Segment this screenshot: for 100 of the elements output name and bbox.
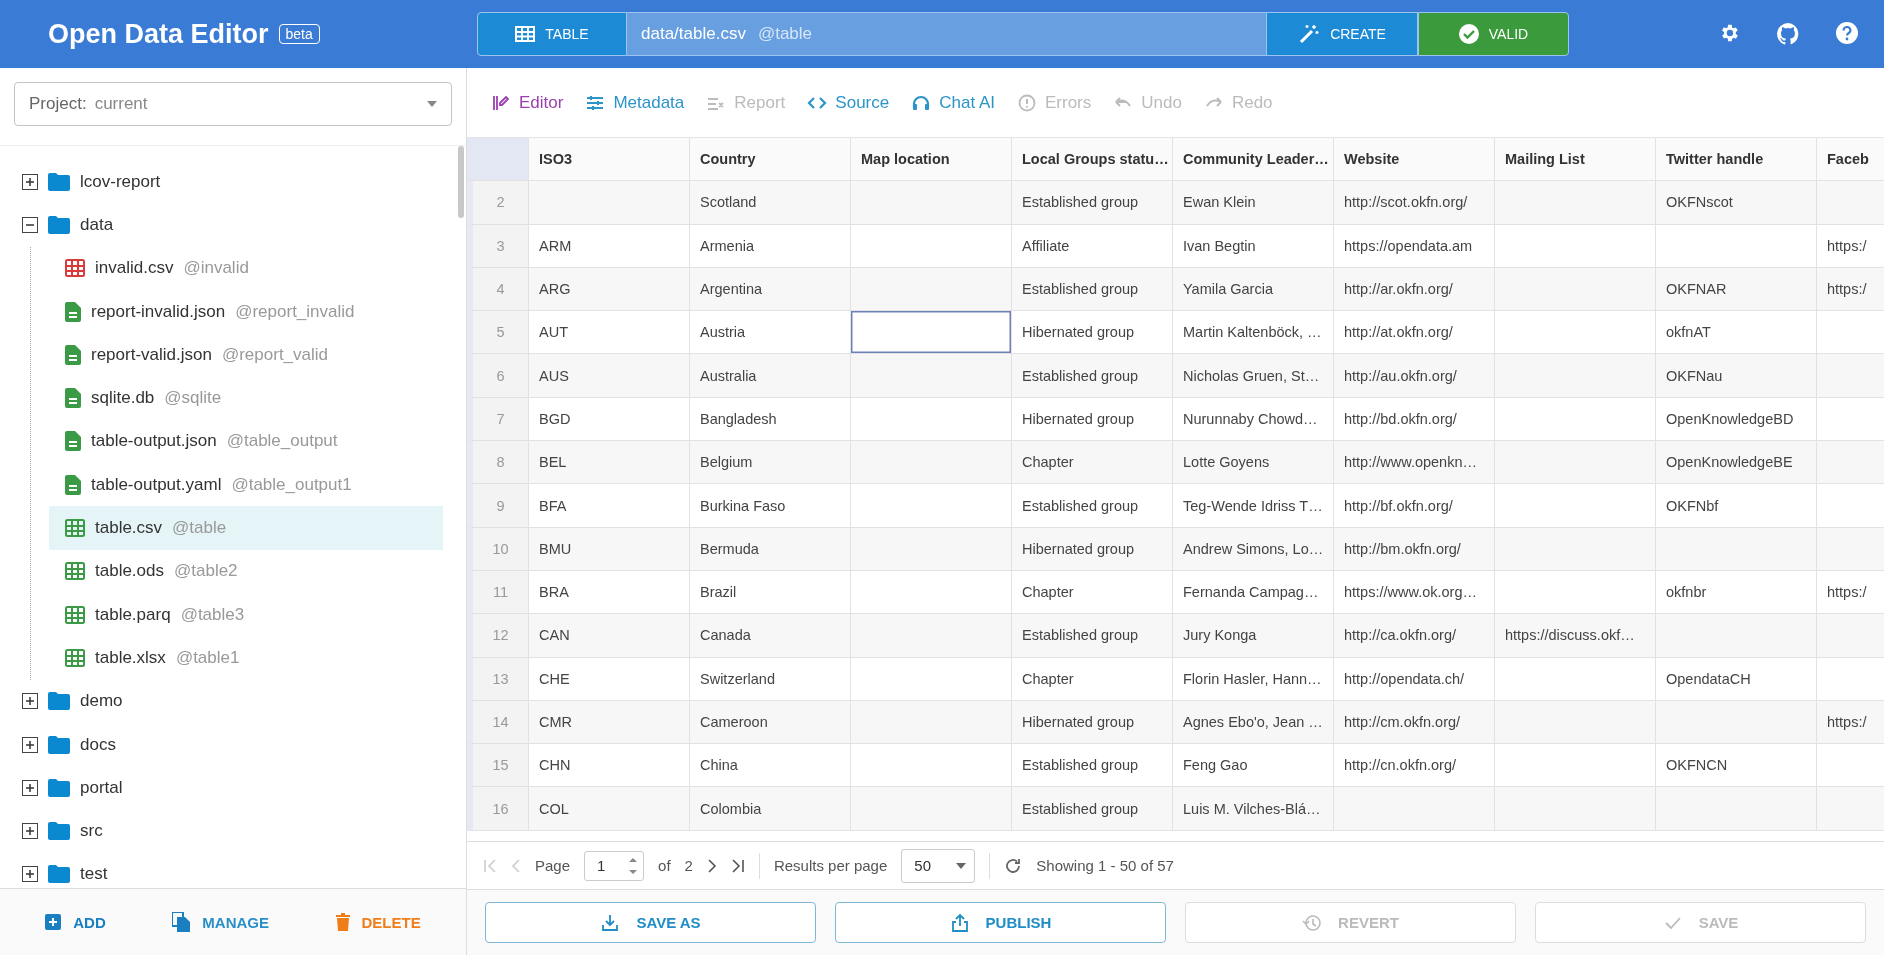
table-cell[interactable]: Bermuda xyxy=(690,527,851,571)
folder-name[interactable]: test xyxy=(80,864,108,885)
table-cell[interactable]: Ivan Begtin xyxy=(1173,224,1334,268)
table-cell[interactable]: Colombia xyxy=(690,787,851,831)
table-cell[interactable]: Established group xyxy=(1012,484,1173,528)
table-cell[interactable]: BEL xyxy=(529,441,690,485)
folder-name[interactable]: src xyxy=(80,821,103,842)
table-cell[interactable]: Established group xyxy=(1012,614,1173,658)
file-item[interactable]: table-output.json @table_output xyxy=(49,419,443,464)
table-cell[interactable] xyxy=(1495,224,1656,268)
table-cell[interactable]: Australia xyxy=(690,354,851,398)
table-cell[interactable]: Canada xyxy=(690,614,851,658)
expand-icon[interactable] xyxy=(22,693,38,710)
table-cell[interactable]: http://www.openkn… xyxy=(1334,441,1495,485)
table-cell[interactable]: Andrew Simons, Lo… xyxy=(1173,527,1334,571)
table-cell[interactable]: http://bm.okfn.org/ xyxy=(1334,527,1495,571)
table-cell[interactable]: Jury Konga xyxy=(1173,614,1334,658)
table-cell[interactable]: https://discuss.okf… xyxy=(1495,614,1656,658)
table-cell[interactable]: Switzerland xyxy=(690,657,851,701)
per-page-select[interactable]: 50 xyxy=(901,848,976,883)
file-item[interactable]: table.xlsx @table1 xyxy=(49,636,443,680)
table-cell[interactable]: https:/ xyxy=(1817,267,1884,312)
column-header[interactable]: Country xyxy=(690,138,851,182)
table-cell[interactable] xyxy=(1334,787,1495,831)
table-cell[interactable] xyxy=(851,224,1012,268)
file-item[interactable]: table.ods @table2 xyxy=(49,549,443,593)
table-cell[interactable] xyxy=(851,700,1012,745)
file-item[interactable]: invalid.csv @invalid xyxy=(49,246,443,290)
file-item[interactable]: table.csv @table xyxy=(49,506,443,550)
table-cell[interactable]: https://opendata.am xyxy=(1334,224,1495,268)
table-cell[interactable]: Chapter xyxy=(1012,657,1173,701)
table-cell[interactable]: Nicholas Gruen, St… xyxy=(1173,354,1334,398)
table-cell[interactable]: ARG xyxy=(529,267,690,312)
table-cell[interactable] xyxy=(529,181,690,225)
table-cell[interactable]: Cameroon xyxy=(690,700,851,745)
add-button[interactable]: ADD xyxy=(39,912,112,932)
table-cell[interactable]: Established group xyxy=(1012,787,1173,831)
expand-icon[interactable] xyxy=(22,866,38,883)
table-cell[interactable] xyxy=(1656,787,1817,831)
table-cell[interactable]: Florin Hasler, Hann… xyxy=(1173,657,1334,701)
table-cell[interactable]: Scotland xyxy=(690,181,851,225)
table-cell[interactable] xyxy=(1495,354,1656,398)
table-cell[interactable]: https:/ xyxy=(1817,224,1884,268)
table-cell[interactable]: http://ar.okfn.org/ xyxy=(1334,267,1495,312)
create-button[interactable]: CREATE xyxy=(1266,12,1418,56)
expand-icon[interactable] xyxy=(22,823,38,840)
table-cell[interactable] xyxy=(851,614,1012,658)
table-cell[interactable]: Yamila Garcia xyxy=(1173,267,1334,312)
table-cell[interactable]: AUS xyxy=(529,354,690,398)
column-header[interactable]: Local Groups statu… xyxy=(1012,138,1173,182)
table-cell[interactable] xyxy=(1495,267,1656,312)
table-mode-button[interactable]: TABLE xyxy=(477,12,627,56)
column-header[interactable]: Community Leader… xyxy=(1173,138,1334,182)
table-cell[interactable]: Ewan Klein xyxy=(1173,181,1334,225)
editor-tab[interactable]: Editor xyxy=(491,92,564,113)
table-cell[interactable]: Agnes Ebo'o, Jean … xyxy=(1173,700,1334,745)
table-cell[interactable] xyxy=(851,354,1012,398)
table-cell[interactable] xyxy=(851,441,1012,485)
publish-button[interactable]: PUBLISH xyxy=(835,902,1166,943)
table-cell[interactable]: Lotte Goyens xyxy=(1173,441,1334,485)
github-icon[interactable] xyxy=(1776,22,1800,46)
folder-name[interactable]: lcov-report xyxy=(80,171,161,192)
source-tab[interactable]: Source xyxy=(807,92,890,113)
table-cell[interactable]: Affiliate xyxy=(1012,224,1173,268)
table-cell[interactable]: Belgium xyxy=(690,441,851,485)
table-cell[interactable]: Luis M. Vilches-Blá… xyxy=(1173,787,1334,831)
table-cell[interactable]: OpenKnowledgeBE xyxy=(1656,441,1817,485)
table-cell[interactable] xyxy=(1495,657,1656,701)
table-cell[interactable]: OpendataCH xyxy=(1656,657,1817,701)
column-header[interactable]: Mailing List xyxy=(1495,138,1656,182)
table-cell[interactable]: OKFNbf xyxy=(1656,484,1817,528)
table-cell[interactable]: CMR xyxy=(529,700,690,745)
table-cell[interactable] xyxy=(1495,441,1656,485)
table-cell[interactable] xyxy=(1495,181,1656,225)
table-cell[interactable]: Hibernated group xyxy=(1012,700,1173,745)
table-cell[interactable]: OKFNscot xyxy=(1656,181,1817,225)
column-header[interactable]: Website xyxy=(1334,138,1495,182)
table-cell[interactable]: http://scot.okfn.org/ xyxy=(1334,181,1495,225)
valid-button[interactable]: VALID xyxy=(1418,12,1569,56)
table-cell[interactable]: Chapter xyxy=(1012,441,1173,485)
table-cell[interactable]: Established group xyxy=(1012,181,1173,225)
table-cell[interactable]: OKFNau xyxy=(1656,354,1817,398)
table-cell[interactable] xyxy=(1495,700,1656,745)
table-cell[interactable]: CAN xyxy=(529,614,690,658)
table-cell[interactable] xyxy=(851,484,1012,528)
table-cell[interactable] xyxy=(851,787,1012,831)
refresh-icon[interactable] xyxy=(1004,856,1023,875)
collapse-icon[interactable] xyxy=(22,216,38,233)
table-cell[interactable]: http://au.okfn.org/ xyxy=(1334,354,1495,398)
table-cell[interactable]: Hibernated group xyxy=(1012,527,1173,571)
metadata-tab[interactable]: Metadata xyxy=(585,92,685,113)
table-cell[interactable]: http://cm.okfn.org/ xyxy=(1334,700,1495,745)
file-item[interactable]: table-output.yaml @table_output1 xyxy=(49,463,443,507)
table-cell[interactable] xyxy=(851,657,1012,701)
table-cell[interactable]: Teg-Wende Idriss T… xyxy=(1173,484,1334,528)
table-cell[interactable]: BFA xyxy=(529,484,690,528)
table-cell[interactable] xyxy=(1656,614,1817,658)
table-cell[interactable]: https:/ xyxy=(1817,700,1884,745)
folder-name[interactable]: docs xyxy=(80,734,116,755)
help-icon[interactable] xyxy=(1836,22,1858,44)
